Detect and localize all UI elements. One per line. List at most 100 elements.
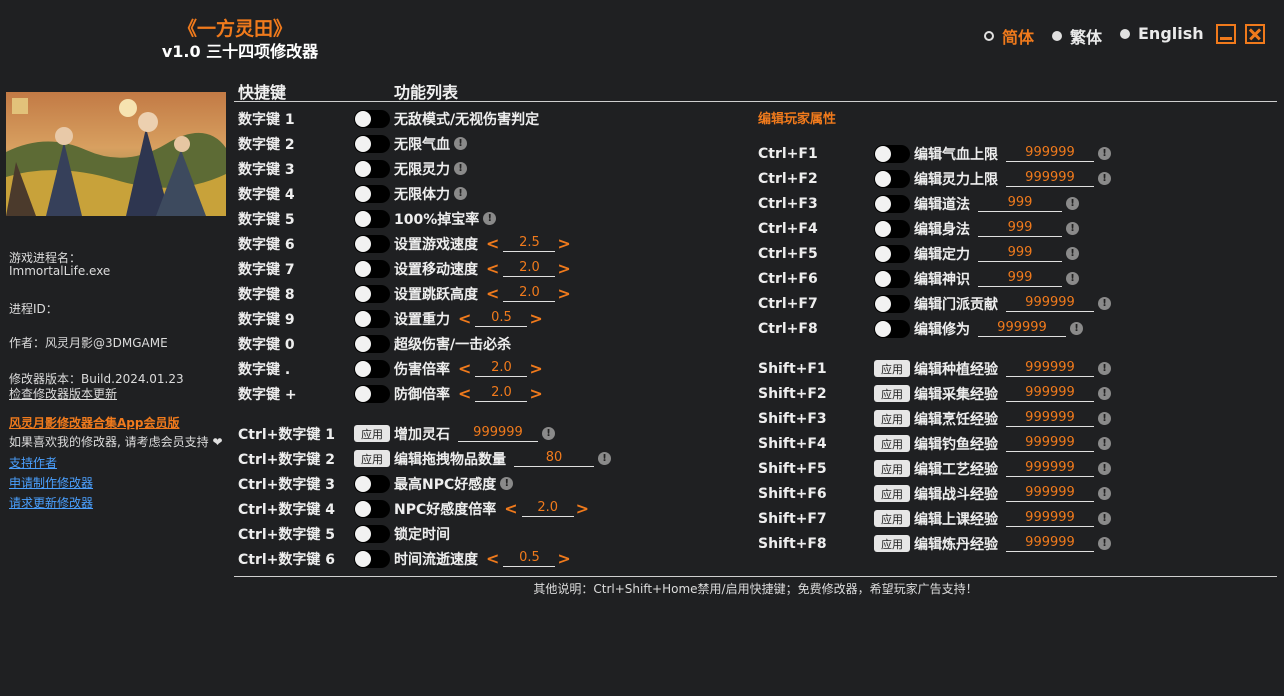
apply-button[interactable]: 应用 [354,450,390,467]
increase-arrow-icon[interactable]: > [555,284,572,303]
hotkey-label: Ctrl+数字键 2 [238,451,336,468]
apply-button[interactable]: 应用 [874,410,910,427]
stepper-value[interactable]: 0.5 [475,310,528,327]
toggle-switch[interactable] [874,194,910,213]
close-icon[interactable] [1245,24,1265,44]
value-input[interactable]: 999999 [1006,385,1094,402]
toggle-switch[interactable] [354,209,390,228]
value-input[interactable]: 999999 [1006,485,1094,502]
feature-control: 设置重力 <0.5 > [354,309,545,329]
toggle-switch[interactable] [354,109,390,128]
apply-button[interactable]: 应用 [874,435,910,452]
stepper-value[interactable]: 0.5 [503,550,556,567]
toggle-switch[interactable] [874,269,910,288]
toggle-switch[interactable] [354,499,390,518]
decrease-arrow-icon[interactable]: < [456,384,473,403]
value-input[interactable]: 999 [978,245,1062,262]
toggle-switch[interactable] [874,144,910,163]
value-input[interactable]: 999999 [1006,295,1094,312]
value-input[interactable]: 999 [978,195,1062,212]
feature-name: 设置游戏速度 [394,236,478,253]
increase-arrow-icon[interactable]: > [527,309,544,328]
toggle-switch[interactable] [354,259,390,278]
apply-button[interactable]: 应用 [874,460,910,477]
increase-arrow-icon[interactable]: > [555,259,572,278]
value-input[interactable]: 999999 [458,425,538,442]
apply-button[interactable]: 应用 [874,360,910,377]
check-update-link[interactable]: 检查修改器版本更新 [9,385,117,402]
decrease-arrow-icon[interactable]: < [484,234,501,253]
toggle-switch[interactable] [874,219,910,238]
toggle-switch[interactable] [354,234,390,253]
toggle-switch[interactable] [354,359,390,378]
increase-arrow-icon[interactable]: > [527,359,544,378]
lang-english[interactable]: English [1120,24,1204,43]
value-input[interactable]: 999999 [1006,145,1094,162]
value-input[interactable]: 999 [978,220,1062,237]
apply-button[interactable]: 应用 [874,510,910,527]
stepper-value[interactable]: 2.0 [475,385,528,402]
increase-arrow-icon[interactable]: > [527,384,544,403]
feature-name: 编辑钓鱼经验 [914,436,998,453]
stepper-value[interactable]: 2.0 [475,360,528,377]
increase-arrow-icon[interactable]: > [555,549,572,568]
toggle-switch[interactable] [354,474,390,493]
stepper-value[interactable]: 2.5 [503,235,556,252]
decrease-arrow-icon[interactable]: < [456,309,473,328]
feature-name: 无限气血 [394,136,450,153]
decrease-arrow-icon[interactable]: < [484,284,501,303]
toggle-switch[interactable] [354,284,390,303]
increase-arrow-icon[interactable]: > [555,234,572,253]
toggle-switch[interactable] [874,319,910,338]
value-input[interactable]: 999 [978,270,1062,287]
promo-link[interactable]: 风灵月影修改器合集App会员版 [9,414,179,431]
apply-button[interactable]: 应用 [874,485,910,502]
value-input[interactable]: 999999 [1006,170,1094,187]
toggle-switch[interactable] [874,244,910,263]
toggle-switch[interactable] [354,524,390,543]
decrease-arrow-icon[interactable]: < [456,359,473,378]
apply-button[interactable]: 应用 [874,535,910,552]
lang-simplified[interactable]: 简体 [984,24,1034,48]
toggle-switch[interactable] [354,309,390,328]
decrease-arrow-icon[interactable]: < [502,499,519,518]
feature-name: 编辑道法 [914,196,970,213]
toggle-switch[interactable] [354,334,390,353]
increase-arrow-icon[interactable]: > [574,499,591,518]
value-input[interactable]: 999999 [1006,410,1094,427]
value-input[interactable]: 80 [514,450,594,467]
hotkey-label: 数字键 3 [238,161,295,178]
info-icon: ! [454,137,467,150]
toggle-switch[interactable] [354,134,390,153]
decrease-arrow-icon[interactable]: < [484,549,501,568]
request-trainer-link[interactable]: 申请制作修改器 [9,474,93,491]
feature-control: 最高NPC好感度! [354,474,514,494]
request-update-link[interactable]: 请求更新修改器 [9,494,93,511]
lang-label: 繁体 [1070,28,1103,47]
radio-icon [1120,28,1130,39]
decrease-arrow-icon[interactable]: < [484,259,501,278]
toggle-switch[interactable] [874,169,910,188]
value-input[interactable]: 999999 [1006,460,1094,477]
support-author-link[interactable]: 支持作者 [9,454,57,471]
value-input[interactable]: 999999 [1006,510,1094,527]
value-input[interactable]: 999999 [1006,535,1094,552]
value-input[interactable]: 999999 [978,320,1066,337]
toggle-switch[interactable] [354,549,390,568]
feature-row: 数字键 + 防御倍率 <2.0 > [238,381,778,406]
lang-traditional[interactable]: 繁体 [1052,24,1102,48]
apply-button[interactable]: 应用 [874,385,910,402]
toggle-switch[interactable] [354,159,390,178]
value-input[interactable]: 999999 [1006,360,1094,377]
value-input[interactable]: 999999 [1006,435,1094,452]
stepper-value[interactable]: 2.0 [503,260,556,277]
minimize-icon[interactable] [1216,24,1236,44]
stepper-value[interactable]: 2.0 [503,285,556,302]
apply-button[interactable]: 应用 [354,425,390,442]
toggle-switch[interactable] [354,384,390,403]
toggle-switch[interactable] [874,294,910,313]
feature-name: 伤害倍率 [394,361,450,378]
feature-name: NPC好感度倍率 [394,501,497,518]
stepper-value[interactable]: 2.0 [521,500,574,517]
toggle-switch[interactable] [354,184,390,203]
